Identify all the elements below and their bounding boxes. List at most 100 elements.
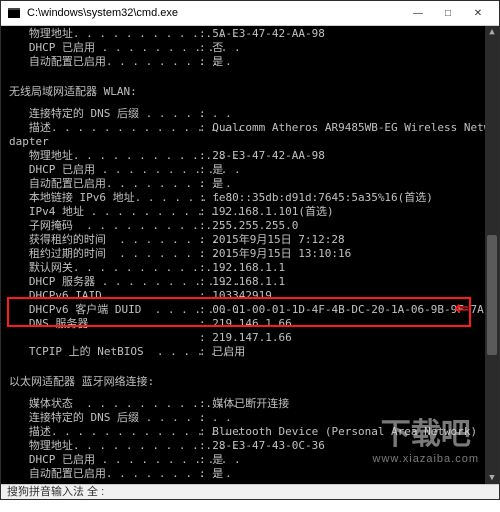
output-row: 物理地址. . . . . . . . . . . . . : 28-E3-47…	[9, 439, 491, 453]
scroll-down-button[interactable]: ▼	[485, 471, 499, 485]
field-label: 连接特定的 DNS 后缀 . . . . . . .	[9, 107, 199, 121]
section-header-wlan: 无线局域网适配器 WLAN:	[9, 85, 491, 99]
field-label: 描述. . . . . . . . . . . . . . .	[9, 121, 199, 135]
colon: :	[199, 411, 212, 425]
cmd-window: C:\windows\system32\cmd.exe — □ ✕ 物理地址. …	[0, 0, 500, 500]
output-row: 物理地址. . . . . . . . . . . . . : 5A-E3-47…	[9, 27, 491, 41]
field-value: 00-01-00-01-1D-4F-4B-DC-20-1A-06-9B-9F-7…	[212, 303, 484, 317]
field-label: 自动配置已启用. . . . . . . . . .	[9, 55, 199, 69]
colon: :	[199, 397, 212, 411]
output-line	[9, 359, 491, 365]
colon: :	[199, 275, 212, 289]
colon: :	[199, 467, 212, 481]
window-buttons: — □ ✕	[403, 1, 493, 25]
scrollbar-thumb[interactable]	[487, 235, 497, 355]
field-value: 是	[212, 177, 223, 191]
colon: :	[199, 261, 212, 275]
output-row: DHCPv6 客户端 DUID . . . . . . . : 00-01-00…	[9, 303, 491, 317]
field-label: DHCP 已启用 . . . . . . . . . . .	[9, 163, 199, 177]
field-label: 默认网关. . . . . . . . . . . . .	[9, 261, 199, 275]
output-row: IPv4 地址 . . . . . . . . . . . . : 192.16…	[9, 205, 491, 219]
output-line	[9, 69, 491, 75]
field-label: 连接特定的 DNS 后缀 . . . . . . .	[9, 411, 199, 425]
cmd-icon	[7, 6, 21, 20]
field-label: DHCP 服务器 . . . . . . . . . . .	[9, 275, 199, 289]
field-label	[9, 331, 199, 345]
output-row: 获得租约的时间 . . . . . . . . . : 2015年9月15日 7…	[9, 233, 491, 247]
field-value: 219.146.1.66	[212, 317, 291, 331]
colon: :	[199, 191, 212, 205]
colon: :	[199, 149, 212, 163]
output-row: DHCP 已启用 . . . . . . . . . . . : 是	[9, 453, 491, 467]
output-row: 描述. . . . . . . . . . . . . . . : Qualco…	[9, 121, 491, 135]
window-title: C:\windows\system32\cmd.exe	[27, 7, 403, 19]
field-value: 255.255.255.0	[212, 219, 298, 233]
field-label: DHCPv6 客户端 DUID . . . . . . .	[9, 303, 199, 317]
field-value: Qualcomm Atheros AR9485WB-EG Wireless Ne…	[212, 121, 499, 135]
field-value: fe80::35db:d91d:7645:5a35%16(首选)	[212, 191, 433, 205]
field-label: TCPIP 上的 NetBIOS . . . . . . .	[9, 345, 199, 359]
output-row: 本地链接 IPv6 地址. . . . . . . . : fe80::35db…	[9, 191, 491, 205]
output-row: 描述. . . . . . . . . . . . . . . : Blueto…	[9, 425, 491, 439]
field-label: 物理地址. . . . . . . . . . . . .	[9, 27, 199, 41]
terminal-output[interactable]: 物理地址. . . . . . . . . . . . . : 5A-E3-47…	[1, 25, 499, 499]
output-row: 自动配置已启用. . . . . . . . . . : 是	[9, 177, 491, 191]
section-header-bluetooth: 以太网适配器 蓝牙网络连接:	[9, 375, 491, 389]
description-wrap: dapter	[9, 135, 491, 149]
colon: :	[199, 41, 212, 55]
field-value: 5A-E3-47-42-AA-98	[212, 27, 325, 41]
field-value: 2015年9月15日 7:12:28	[212, 233, 344, 247]
field-value: 是	[212, 55, 223, 69]
scrollbar[interactable]: ▲ ▼	[485, 25, 499, 485]
colon: :	[199, 247, 212, 261]
output-row: 连接特定的 DNS 后缀 . . . . . . . :	[9, 411, 491, 425]
output-row: 连接特定的 DNS 后缀 . . . . . . . :	[9, 107, 491, 121]
colon: :	[199, 177, 212, 191]
titlebar[interactable]: C:\windows\system32\cmd.exe — □ ✕	[1, 1, 499, 26]
field-label: 物理地址. . . . . . . . . . . . .	[9, 439, 199, 453]
colon: :	[199, 425, 212, 439]
ime-status-bar[interactable]: 搜狗拼音输入法 全 :	[1, 484, 499, 499]
output-row: 默认网关. . . . . . . . . . . . . : 192.168.…	[9, 261, 491, 275]
field-label: 租约过期的时间 . . . . . . . . .	[9, 247, 199, 261]
output-row: 自动配置已启用. . . . . . . . . . : 是	[9, 55, 491, 69]
field-value: 已启用	[212, 345, 245, 359]
field-value: 是	[212, 453, 223, 467]
field-label: IPv4 地址 . . . . . . . . . . . .	[9, 205, 199, 219]
minimize-button[interactable]: —	[403, 1, 433, 25]
maximize-button[interactable]: □	[433, 1, 463, 25]
colon: :	[199, 345, 212, 359]
field-label: 物理地址. . . . . . . . . . . . .	[9, 149, 199, 163]
field-label: DHCPv6 IAID . . . . . . . . . . .	[9, 289, 199, 303]
scroll-up-button[interactable]: ▲	[485, 25, 499, 39]
field-label: 自动配置已启用. . . . . . . . . .	[9, 467, 199, 481]
output-row: DHCP 服务器 . . . . . . . . . . . : 192.168…	[9, 275, 491, 289]
field-value: 媒体已断开连接	[212, 397, 289, 411]
field-value: 192.168.1.1	[212, 261, 285, 275]
colon: :	[199, 439, 212, 453]
field-value: 否	[212, 41, 223, 55]
field-value: Bluetooth Device (Personal Area Network)	[212, 425, 477, 439]
colon: :	[199, 27, 212, 41]
field-value: 192.168.1.101(首选)	[212, 205, 333, 219]
field-value: 28-E3-47-42-AA-98	[212, 149, 325, 163]
colon: :	[199, 163, 212, 177]
dns-server-row: DNS 服务器 . . . . . . . . . . . : 219.146.…	[9, 317, 491, 331]
field-label: DNS 服务器 . . . . . . . . . . .	[9, 317, 199, 331]
output-row: DHCP 已启用 . . . . . . . . . . . : 是	[9, 163, 491, 177]
colon: :	[199, 205, 212, 219]
field-value: 192.168.1.1	[212, 275, 285, 289]
field-label: 获得租约的时间 . . . . . . . . .	[9, 233, 199, 247]
output-row: TCPIP 上的 NetBIOS . . . . . . . : 已启用	[9, 345, 491, 359]
field-value: 是	[212, 163, 223, 177]
field-value: 103342919	[212, 289, 272, 303]
output-row: 自动配置已启用. . . . . . . . . . : 是	[9, 467, 491, 481]
field-value: 2015年9月15日 13:10:16	[212, 247, 351, 261]
colon: :	[199, 331, 212, 345]
close-button[interactable]: ✕	[463, 1, 493, 25]
output-row: 物理地址. . . . . . . . . . . . . : 28-E3-47…	[9, 149, 491, 163]
dns-server-row: : 219.147.1.66	[9, 331, 491, 345]
field-value: 219.147.1.66	[212, 331, 291, 345]
field-label: 本地链接 IPv6 地址. . . . . . . .	[9, 191, 199, 205]
field-label: 媒体状态 . . . . . . . . . . . .	[9, 397, 199, 411]
